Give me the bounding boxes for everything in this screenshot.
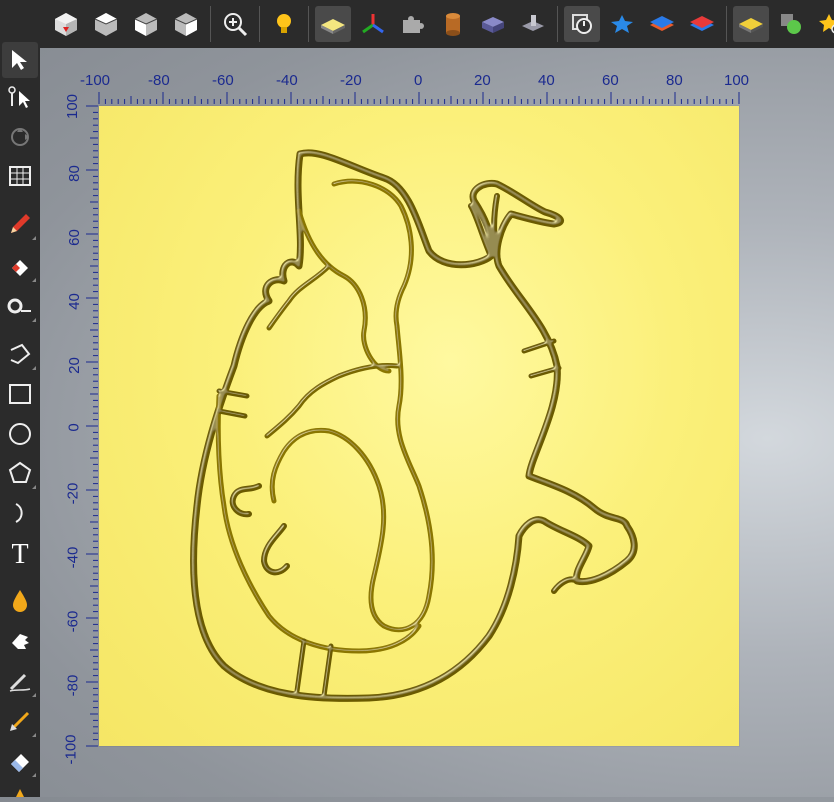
- submenu-indicator: [32, 366, 36, 370]
- transform-icon[interactable]: [2, 119, 38, 155]
- left-ruler: 100 80 60 40 20 0 -20 -40 -60 -80 -100: [40, 48, 100, 797]
- drop-icon[interactable]: [2, 583, 38, 619]
- submenu-indicator: [32, 278, 36, 282]
- tail-bands: [216, 338, 562, 699]
- circle-icon[interactable]: [2, 416, 38, 452]
- mesh-icon[interactable]: [2, 158, 38, 194]
- ruler-label: 80: [65, 165, 83, 182]
- ruler-label: -80: [64, 674, 82, 697]
- submenu-indicator: [32, 236, 36, 240]
- tool-sidebar: T: [0, 40, 40, 797]
- relief-plate[interactable]: [99, 106, 739, 746]
- ruler-label: -60: [64, 610, 82, 633]
- shaded-view-icon[interactable]: [315, 6, 351, 42]
- view-side-icon[interactable]: [168, 6, 204, 42]
- select-arrow-icon[interactable]: [2, 42, 38, 78]
- ruler-label: -80: [148, 72, 170, 89]
- outer-groove: [190, 149, 638, 702]
- text-icon[interactable]: T: [2, 535, 38, 571]
- ruler-label: 20: [65, 357, 83, 374]
- box-icon[interactable]: [475, 6, 511, 42]
- toolbar-separator: [308, 6, 309, 42]
- component-icon[interactable]: [515, 6, 551, 42]
- measure-icon[interactable]: [2, 288, 38, 324]
- polygon-icon[interactable]: [2, 455, 38, 491]
- ruler-label: -100: [62, 734, 80, 765]
- ruler-label: -40: [276, 72, 298, 89]
- node-edit-icon[interactable]: [2, 80, 38, 116]
- ruler-label: 100: [64, 93, 82, 120]
- plate-icon[interactable]: [733, 6, 769, 42]
- leg-groove-front-left: [264, 263, 400, 439]
- layers-blue-icon[interactable]: [644, 6, 680, 42]
- ruler-label: 60: [65, 229, 83, 246]
- ruler-label: 40: [65, 293, 83, 310]
- arc-icon[interactable]: [2, 495, 38, 531]
- inner-groove: [215, 178, 435, 654]
- ruler-label: 80: [666, 72, 683, 89]
- ruler-label: 20: [474, 72, 491, 89]
- star-blue-icon[interactable]: [604, 6, 640, 42]
- shape-add-icon[interactable]: [773, 6, 809, 42]
- toolbar-separator: [726, 6, 727, 42]
- zoom-icon[interactable]: [217, 6, 253, 42]
- ruler-label: -20: [340, 72, 362, 89]
- clock-icon[interactable]: [564, 6, 600, 42]
- eraser-fill-icon[interactable]: [2, 248, 38, 284]
- ruler-label: 100: [724, 72, 750, 89]
- eraser-icon[interactable]: [2, 743, 38, 779]
- ruler-label: -60: [212, 72, 234, 89]
- ruler-label: -20: [64, 482, 82, 505]
- brush-icon[interactable]: [2, 703, 38, 739]
- toolbar-separator: [210, 6, 211, 42]
- sculpt-pen-icon[interactable]: [2, 663, 38, 699]
- svg-text:T: T: [11, 540, 28, 566]
- toolbar-separator: [557, 6, 558, 42]
- submenu-indicator: [32, 485, 36, 489]
- star-search-icon[interactable]: [813, 6, 834, 42]
- view-front-icon[interactable]: [128, 6, 164, 42]
- submenu-indicator: [32, 773, 36, 777]
- ruler-label: 0: [65, 423, 83, 432]
- ruler-label: -40: [64, 546, 82, 569]
- toolbar-separator: [259, 6, 260, 42]
- axes-icon[interactable]: [355, 6, 391, 42]
- layers-red-icon[interactable]: [684, 6, 720, 42]
- gecko-relief: [190, 149, 638, 702]
- smudge-hand-icon[interactable]: [2, 623, 38, 659]
- puzzle-icon[interactable]: [395, 6, 431, 42]
- view-top-icon[interactable]: [88, 6, 124, 42]
- cylinder-icon[interactable]: [435, 6, 471, 42]
- gecko-outline: [190, 149, 638, 702]
- view-iso-red-icon[interactable]: [48, 6, 84, 42]
- polyline-icon[interactable]: [2, 336, 38, 372]
- ruler-label: 60: [602, 72, 619, 89]
- top-ruler: -100 -80 -60 -40 -20 0 20 40 60 80 100: [40, 40, 834, 106]
- submenu-indicator: [32, 318, 36, 322]
- submenu-indicator: [32, 733, 36, 737]
- light-bulb-icon[interactable]: [266, 6, 302, 42]
- submenu-indicator: [32, 693, 36, 697]
- rectangle-icon[interactable]: [2, 376, 38, 412]
- ruler-label: 0: [414, 72, 423, 89]
- pencil-icon[interactable]: [2, 206, 38, 242]
- ruler-label: 40: [538, 72, 555, 89]
- more-tools-icon[interactable]: [2, 785, 38, 797]
